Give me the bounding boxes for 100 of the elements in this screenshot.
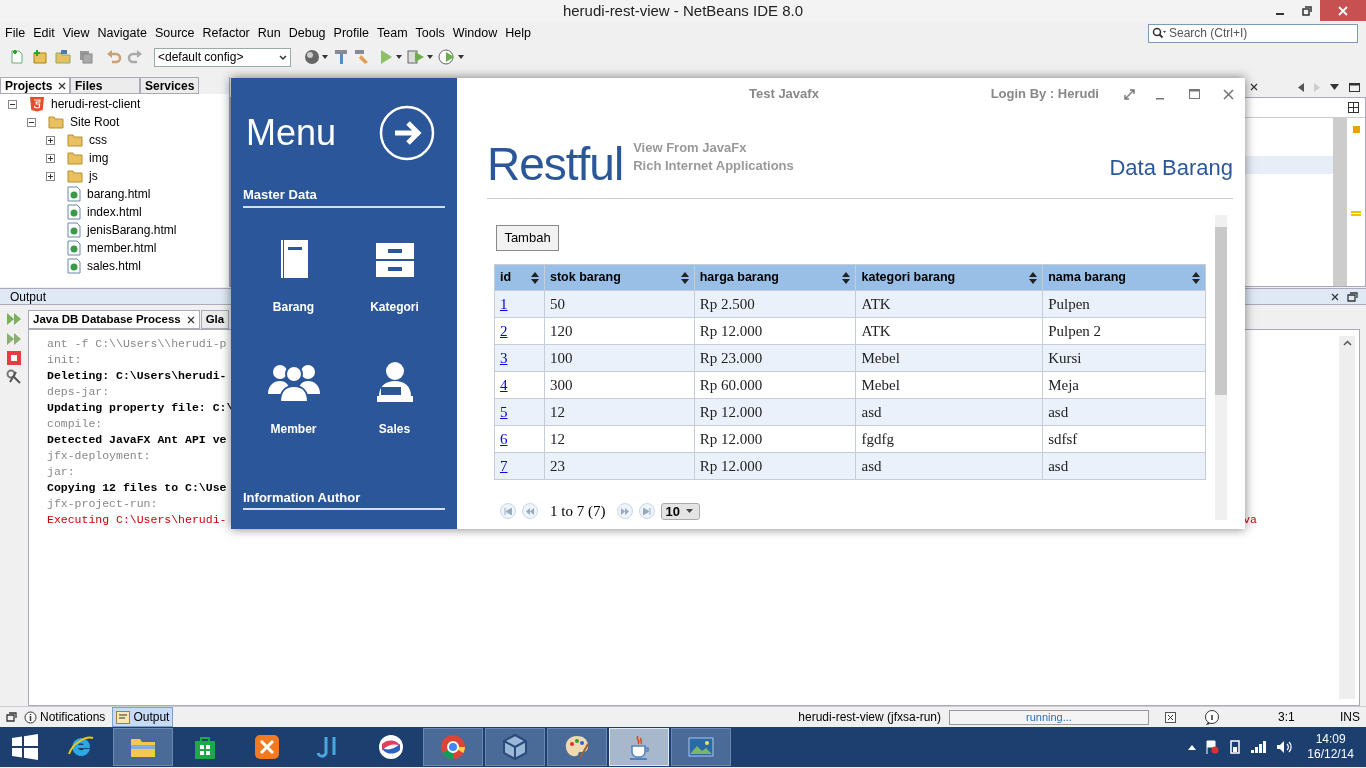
column-header[interactable]: harga barang — [694, 264, 856, 291]
menu-item[interactable]: Help — [501, 24, 535, 43]
status-tab[interactable]: Notifications — [21, 707, 109, 727]
login-label: Login By : Herudi — [990, 85, 1099, 104]
caret-icon — [458, 55, 464, 59]
row-link[interactable]: 3 — [500, 349, 508, 366]
console-tab[interactable]: Gla — [200, 310, 230, 329]
settings-button[interactable] — [6, 369, 22, 385]
status-tab[interactable]: Output — [112, 707, 174, 727]
scrollbar[interactable] — [1215, 215, 1227, 520]
restore-icon — [1301, 5, 1312, 16]
new-file-button[interactable] — [8, 48, 26, 66]
table-cell: Rp 2.500 — [694, 290, 856, 318]
expand-toggle[interactable] — [46, 171, 55, 181]
output-line: Detected JavaFX Ant API ve — [47, 432, 227, 449]
row-link[interactable]: 7 — [500, 457, 508, 474]
table-cell: 12 — [544, 398, 695, 426]
output-line: ant -f C:\\Users\\herudi-p — [47, 336, 227, 353]
menu-item[interactable]: View — [58, 24, 94, 43]
rerun-button[interactable] — [6, 311, 22, 327]
new-project-icon — [32, 49, 48, 65]
tree-item[interactable]: herudi-rest-client — [51, 95, 141, 113]
menu-item[interactable]: Edit — [29, 24, 59, 43]
stop-button[interactable] — [7, 351, 21, 365]
tree-item[interactable]: sales.html — [87, 257, 142, 275]
run-button[interactable] — [379, 49, 402, 65]
menu-tile[interactable]: Kategori — [344, 233, 445, 316]
row-link[interactable]: 1 — [500, 295, 508, 312]
page-size-select[interactable]: 10 — [661, 502, 701, 520]
profile-button[interactable] — [438, 49, 464, 65]
add-button[interactable]: Tambah — [496, 225, 559, 251]
build-button[interactable] — [333, 49, 349, 65]
clean-build-button[interactable] — [354, 49, 370, 65]
scrollbar[interactable] — [1339, 336, 1355, 699]
expand-toggle[interactable] — [8, 99, 17, 109]
minimize-icon — [1275, 13, 1284, 15]
column-header[interactable]: stok barang — [544, 264, 695, 291]
close-icon — [1338, 5, 1348, 16]
chrome-icon — [438, 732, 468, 762]
menu-item[interactable]: Tools — [411, 24, 449, 43]
tree-item[interactable]: css — [89, 131, 107, 149]
menu-item[interactable]: Profile — [329, 24, 373, 43]
save-all-icon — [78, 49, 94, 65]
expand-toggle[interactable] — [27, 117, 36, 127]
tree-item[interactable]: js — [89, 167, 98, 185]
console-tab[interactable]: Java DB Database Process — [28, 310, 200, 329]
row-link[interactable]: 6 — [500, 430, 508, 447]
rerun-with-options-button[interactable] — [6, 331, 22, 347]
open-folder-button[interactable] — [54, 48, 72, 66]
tree-item[interactable]: Site Root — [70, 113, 120, 131]
panel-tab[interactable]: Projects — [0, 77, 70, 94]
taskbar-app[interactable] — [485, 728, 545, 766]
row-link[interactable]: 5 — [500, 403, 508, 420]
menu-item[interactable]: File — [1, 24, 30, 43]
panel-tab[interactable]: Services — [140, 77, 200, 94]
column-header[interactable]: kategori barang — [856, 264, 1043, 291]
menu-tile[interactable]: Barang — [243, 233, 344, 316]
menu-tile[interactable]: Sales — [344, 355, 445, 438]
menu-item[interactable]: Window — [448, 24, 502, 43]
expand-toggle[interactable] — [46, 135, 55, 145]
menu-item[interactable]: Team — [373, 24, 412, 43]
last-page-button[interactable] — [639, 503, 656, 520]
tree-item[interactable]: member.html — [87, 239, 157, 257]
tree-item[interactable]: img — [89, 149, 109, 167]
scrollbar[interactable] — [1333, 118, 1347, 286]
minimize-icon — [1156, 98, 1164, 100]
tree-item[interactable]: barang.html — [87, 185, 151, 203]
menu-tile[interactable]: Member — [243, 355, 344, 438]
previous-page-button[interactable] — [522, 503, 538, 520]
panel-tab[interactable]: Files — [70, 77, 140, 94]
menu-item[interactable]: Run — [253, 24, 285, 43]
tree-item[interactable]: jenisBarang.html — [87, 221, 177, 239]
table-cell: Rp 12.000 — [694, 452, 856, 480]
expand-toggle[interactable] — [46, 153, 55, 163]
table-cell: fgdfg — [856, 425, 1043, 453]
table-cell: sdfsf — [1042, 425, 1206, 453]
new-project-button[interactable] — [31, 48, 49, 66]
power-icon — [1228, 740, 1243, 754]
save-all-button[interactable] — [77, 48, 95, 66]
menu-item[interactable]: Refactor — [198, 24, 254, 43]
debug-button[interactable] — [407, 49, 433, 65]
row-link[interactable]: 4 — [500, 376, 508, 393]
row-link[interactable]: 2 — [500, 322, 508, 339]
browser-button[interactable] — [304, 49, 328, 65]
column-header[interactable]: nama barang — [1042, 264, 1206, 291]
sort-icon — [1192, 271, 1200, 284]
menu-item[interactable]: Source — [150, 24, 199, 43]
menu-item[interactable]: Debug — [284, 24, 330, 43]
next-page-button[interactable] — [617, 503, 634, 520]
config-dropdown[interactable]: <default config> — [154, 47, 291, 67]
windows-logo-icon — [12, 734, 38, 760]
first-page-button[interactable] — [500, 503, 516, 520]
next-button[interactable] — [379, 104, 435, 161]
output-line: compile: — [47, 416, 103, 433]
column-header[interactable]: id — [494, 264, 545, 291]
menu-item[interactable]: Navigate — [93, 24, 151, 43]
tree-item[interactable]: index.html — [87, 203, 142, 221]
table-cell: Rp 12.000 — [694, 425, 856, 453]
close-tab-button[interactable] — [1250, 83, 1258, 91]
close-button[interactable] — [1320, 0, 1366, 21]
